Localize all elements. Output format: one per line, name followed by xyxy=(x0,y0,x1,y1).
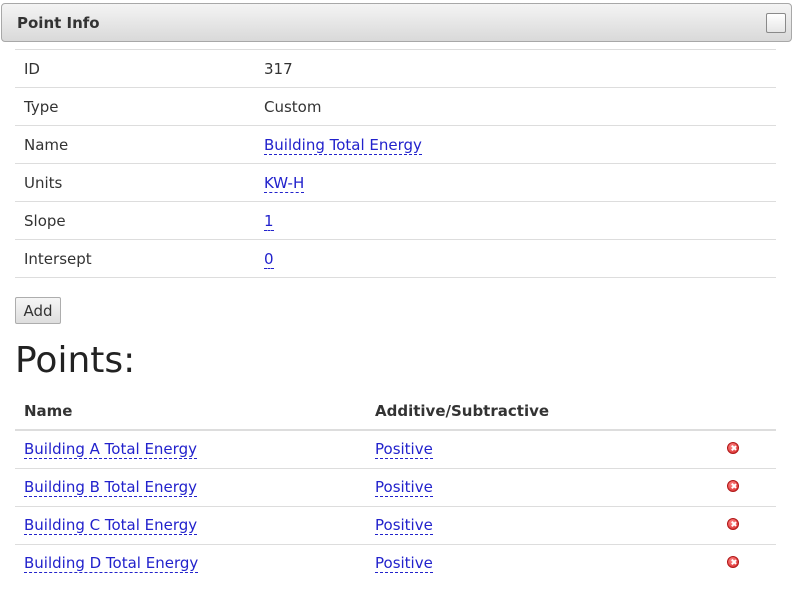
point-name-link[interactable]: Building B Total Energy xyxy=(24,478,197,497)
point-name-link[interactable]: Building C Total Energy xyxy=(24,516,198,535)
table-row: Building B Total Energy Positive xyxy=(15,468,776,507)
delete-icon[interactable] xyxy=(727,556,739,569)
info-row-units: Units KW-H xyxy=(15,163,776,202)
point-name-cell: Building D Total Energy xyxy=(15,544,366,582)
column-header-name: Name xyxy=(15,392,366,431)
delete-icon[interactable] xyxy=(727,480,739,492)
points-header-row: Name Additive/Subtractive xyxy=(15,392,776,431)
intersept-editable-link[interactable]: 0 xyxy=(264,249,274,269)
delete-icon[interactable] xyxy=(727,442,739,455)
info-value: 317 xyxy=(255,49,776,88)
info-row-intersept: Intersept 0 xyxy=(15,239,776,278)
table-row: Building A Total Energy Positive xyxy=(15,430,776,469)
info-value: 1 xyxy=(255,201,776,240)
panel-header: Point Info xyxy=(1,3,792,42)
column-header-actions xyxy=(716,392,776,431)
panel-title: Point Info xyxy=(17,14,100,32)
point-action-cell xyxy=(716,544,776,582)
add-button[interactable]: Add xyxy=(15,297,61,324)
point-name-cell: Building A Total Energy xyxy=(15,430,366,469)
type-value: Custom xyxy=(264,97,322,116)
info-value: Building Total Energy xyxy=(255,125,776,164)
id-value: 317 xyxy=(264,59,293,78)
info-value: KW-H xyxy=(255,163,776,202)
info-row-type: Type Custom xyxy=(15,87,776,126)
points-heading: Points: xyxy=(15,340,136,381)
point-action-cell xyxy=(716,468,776,507)
info-row-id: ID 317 xyxy=(15,49,776,88)
point-name-cell: Building B Total Energy xyxy=(15,468,366,507)
point-info-table: ID 317 Type Custom Name Building Total E… xyxy=(15,49,776,278)
delete-icon[interactable] xyxy=(727,518,739,530)
point-sign-link[interactable]: Positive xyxy=(375,478,433,497)
info-label: ID xyxy=(15,49,255,88)
info-value: Custom xyxy=(255,87,776,126)
points-table: Name Additive/Subtractive Building A Tot… xyxy=(15,392,776,582)
panel-toggle-button[interactable] xyxy=(766,13,786,33)
point-name-link[interactable]: Building D Total Energy xyxy=(24,554,199,574)
point-name-link[interactable]: Building A Total Energy xyxy=(24,440,197,460)
info-row-name: Name Building Total Energy xyxy=(15,125,776,164)
point-sign-cell: Positive xyxy=(366,468,716,507)
table-row: Building C Total Energy Positive xyxy=(15,506,776,545)
column-header-sign: Additive/Subtractive xyxy=(366,392,716,431)
info-label: Slope xyxy=(15,201,255,240)
info-label: Type xyxy=(15,87,255,126)
point-sign-cell: Positive xyxy=(366,544,716,582)
units-editable-link[interactable]: KW-H xyxy=(264,173,305,193)
point-sign-cell: Positive xyxy=(366,430,716,469)
info-label: Name xyxy=(15,125,255,164)
point-sign-link[interactable]: Positive xyxy=(375,440,433,460)
info-row-slope: Slope 1 xyxy=(15,201,776,240)
slope-editable-link[interactable]: 1 xyxy=(264,211,274,231)
info-value: 0 xyxy=(255,239,776,278)
point-sign-cell: Positive xyxy=(366,506,716,545)
point-sign-link[interactable]: Positive xyxy=(375,516,433,535)
point-name-cell: Building C Total Energy xyxy=(15,506,366,545)
info-label: Intersept xyxy=(15,239,255,278)
table-row: Building D Total Energy Positive xyxy=(15,544,776,582)
point-action-cell xyxy=(716,430,776,469)
info-label: Units xyxy=(15,163,255,202)
point-action-cell xyxy=(716,506,776,545)
point-sign-link[interactable]: Positive xyxy=(375,554,433,574)
name-editable-link[interactable]: Building Total Energy xyxy=(264,135,422,155)
